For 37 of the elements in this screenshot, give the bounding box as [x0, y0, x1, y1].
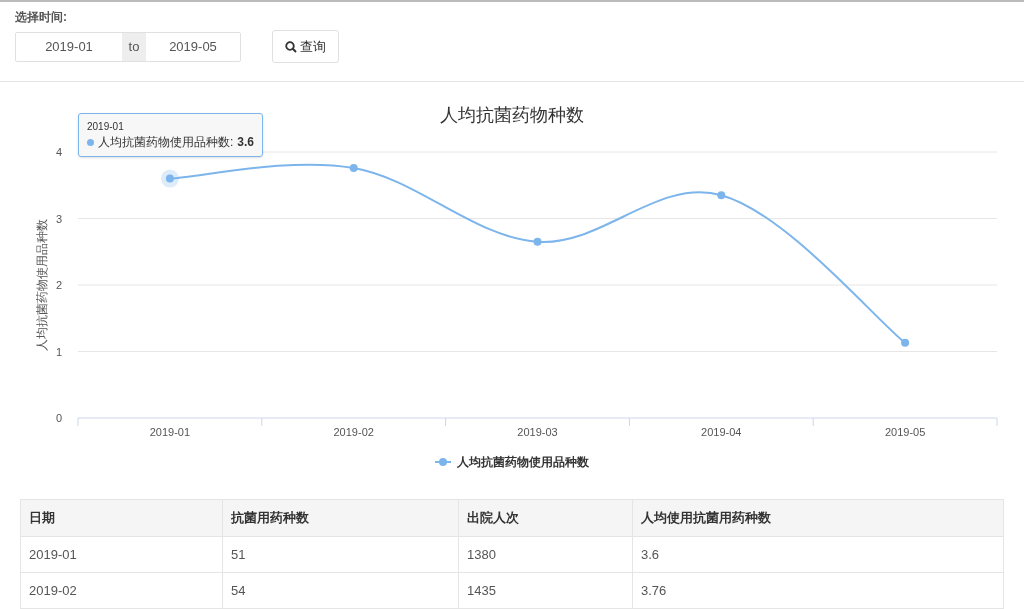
- data-point[interactable]: [349, 163, 358, 172]
- tooltip-value: 3.6: [237, 134, 255, 150]
- x-tick-label: 2019-02: [333, 426, 374, 438]
- x-tick-label: 2019-01: [149, 426, 191, 438]
- table-cell: 51: [222, 537, 458, 572]
- y-axis-title: 人均抗菌药物使用品种数: [35, 219, 49, 351]
- table-cell: 1435: [458, 573, 632, 608]
- legend-label[interactable]: 人均抗菌药物使用品种数: [457, 453, 589, 471]
- chart-title: 人均抗菌药物种数: [440, 104, 584, 127]
- tooltip-series-name: 人均抗菌药物使用品种数:: [98, 134, 234, 150]
- y-tick-label: 3: [55, 212, 62, 225]
- table-cell-text: 2019-02: [28, 581, 78, 600]
- column-header: 抗菌用药种数: [222, 500, 458, 536]
- x-tick-label: 2019-03: [517, 426, 558, 438]
- table-cell: 54: [222, 573, 458, 608]
- x-tick-label: 2019-04: [701, 426, 742, 438]
- table-cell: 3.76: [632, 573, 1003, 608]
- y-tick-label: 2: [55, 279, 62, 291]
- data-point[interactable]: [901, 338, 910, 347]
- column-header: 人均使用抗菌用药种数: [632, 500, 1003, 536]
- table-cell: 1380: [458, 537, 632, 572]
- table-cell: 3.6: [632, 537, 1003, 572]
- data-point[interactable]: [533, 237, 542, 246]
- tooltip-title: 2019-01: [87, 120, 125, 134]
- filter-label: 选择时间:: [15, 9, 68, 25]
- table-cell-text: 2019-01: [28, 545, 78, 564]
- search-icon: [285, 40, 297, 53]
- y-tick-label: 1: [55, 345, 62, 358]
- data-point[interactable]: [717, 191, 726, 200]
- x-tick-label: 2019-05: [884, 426, 926, 438]
- y-tick-label: 0: [55, 412, 62, 424]
- column-header: 出院人次: [458, 500, 632, 536]
- highlighted-data-point[interactable]: [160, 169, 179, 188]
- query-button[interactable]: 查询: [272, 30, 339, 63]
- legend-marker-icon: [435, 458, 451, 466]
- column-header: 日期: [28, 509, 56, 528]
- y-tick-label: 4: [55, 146, 62, 158]
